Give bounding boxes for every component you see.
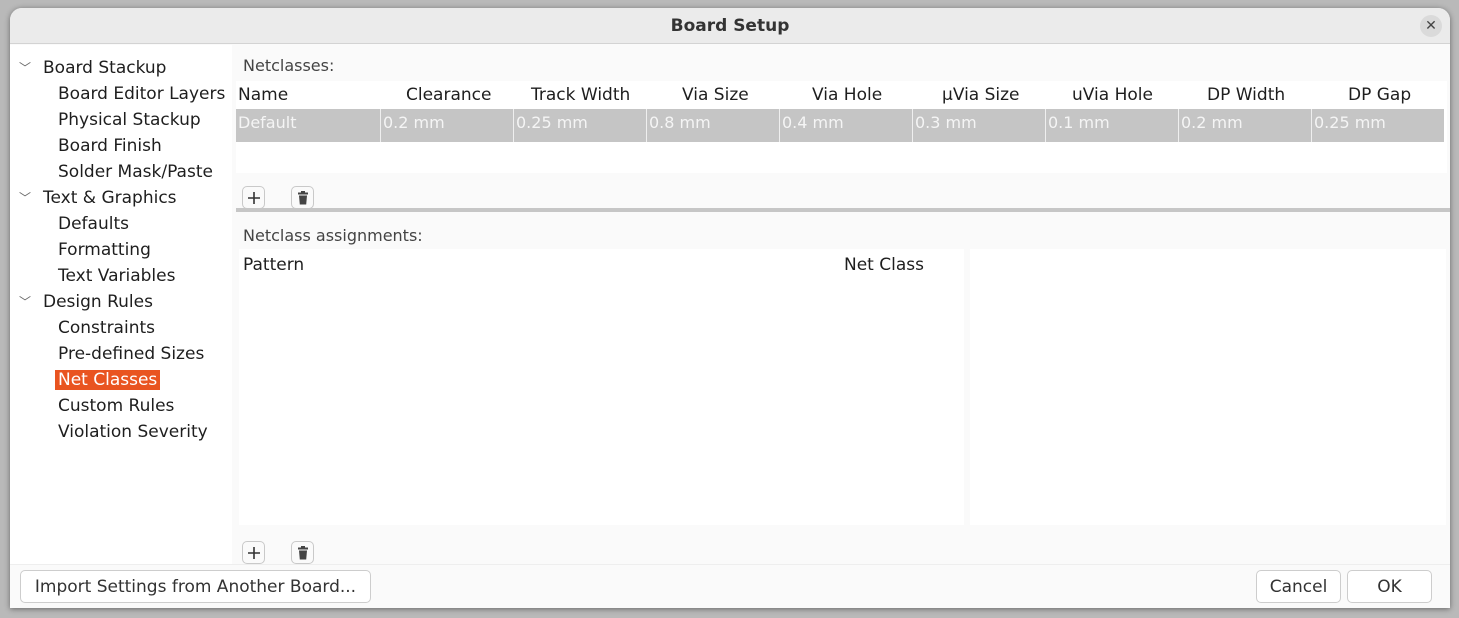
settings-tree: ﹀ Board Stackup Board Editor Layers Phys… xyxy=(10,45,232,564)
chevron-down-icon[interactable]: ﹀ xyxy=(19,185,31,211)
tree-item-formatting[interactable]: Formatting xyxy=(58,237,151,263)
trash-icon xyxy=(297,190,308,204)
delete-netclass-button[interactable] xyxy=(291,186,314,209)
cell-uvia-size[interactable]: 0.3 mm xyxy=(913,109,1046,142)
column-header-dp-width[interactable]: DP Width xyxy=(1207,81,1285,109)
tree-item-text-graphics[interactable]: Text & Graphics xyxy=(43,185,177,211)
ok-button[interactable]: OK xyxy=(1347,570,1432,603)
tree-item-predefined-sizes[interactable]: Pre-defined Sizes xyxy=(58,341,204,367)
cell-via-size[interactable]: 0.8 mm xyxy=(647,109,780,142)
tree-item-violation-severity[interactable]: Violation Severity xyxy=(58,419,208,445)
cell-dp-width[interactable]: 0.2 mm xyxy=(1179,109,1312,142)
tree-item-solder-mask-paste[interactable]: Solder Mask/Paste xyxy=(58,159,213,185)
close-button[interactable]: ✕ xyxy=(1420,15,1442,37)
assignments-grid: Pattern Net Class xyxy=(239,249,964,525)
cell-via-hole[interactable]: 0.4 mm xyxy=(780,109,913,142)
chevron-down-icon[interactable]: ﹀ xyxy=(19,55,31,81)
column-header-net-class[interactable]: Net Class xyxy=(844,255,924,275)
cell-clearance[interactable]: 0.2 mm xyxy=(381,109,514,142)
plus-icon xyxy=(247,546,260,559)
column-header-via-size[interactable]: Via Size xyxy=(682,81,749,109)
net-classes-panel: Netclasses: Name Clearance Track Width V… xyxy=(232,45,1450,564)
tree-item-physical-stackup[interactable]: Physical Stackup xyxy=(58,107,201,133)
trash-icon xyxy=(297,545,308,559)
tree-item-design-rules[interactable]: Design Rules xyxy=(43,289,153,315)
tree-item-board-stackup[interactable]: Board Stackup xyxy=(43,55,166,81)
column-header-via-hole[interactable]: Via Hole xyxy=(812,81,882,109)
tree-item-constraints[interactable]: Constraints xyxy=(58,315,155,341)
column-header-pattern[interactable]: Pattern xyxy=(243,255,304,275)
cell-uvia-hole[interactable]: 0.1 mm xyxy=(1046,109,1179,142)
cell-dp-gap[interactable]: 0.25 mm xyxy=(1312,109,1444,142)
tree-item-custom-rules[interactable]: Custom Rules xyxy=(58,393,174,419)
add-assignment-button[interactable] xyxy=(242,541,265,564)
title-bar: Board Setup ✕ xyxy=(10,8,1450,44)
table-row[interactable]: Default 0.2 mm 0.25 mm 0.8 mm 0.4 mm 0.3… xyxy=(236,109,1444,142)
tree-item-net-classes[interactable]: Net Classes xyxy=(55,367,161,393)
column-header-name[interactable]: Name xyxy=(238,81,288,109)
tree-item-defaults[interactable]: Defaults xyxy=(58,211,129,237)
import-settings-button[interactable]: Import Settings from Another Board... xyxy=(20,570,371,603)
close-icon: ✕ xyxy=(1425,18,1437,34)
plus-icon xyxy=(247,191,260,204)
column-header-dp-gap[interactable]: DP Gap xyxy=(1348,81,1411,109)
column-header-uvia-hole[interactable]: uVia Hole xyxy=(1072,81,1153,109)
tree-item-board-finish[interactable]: Board Finish xyxy=(58,133,162,159)
netclasses-label: Netclasses: xyxy=(243,56,335,75)
add-netclass-button[interactable] xyxy=(242,186,265,209)
cell-name[interactable]: Default xyxy=(236,109,381,142)
dialog-footer: Import Settings from Another Board... Ca… xyxy=(10,564,1450,608)
tree-item-board-editor-layers[interactable]: Board Editor Layers xyxy=(58,81,225,107)
board-setup-dialog: Board Setup ✕ ﹀ Board Stackup Board Edit… xyxy=(10,8,1450,608)
assignments-preview-list xyxy=(970,249,1446,525)
netclasses-grid: Name Clearance Track Width Via Size Via … xyxy=(236,81,1447,173)
chevron-down-icon[interactable]: ﹀ xyxy=(19,289,31,315)
dialog-title: Board Setup xyxy=(670,15,790,36)
cancel-button[interactable]: Cancel xyxy=(1256,570,1341,603)
delete-assignment-button[interactable] xyxy=(291,541,314,564)
column-header-uvia-size[interactable]: μVia Size xyxy=(942,81,1020,109)
column-header-clearance[interactable]: Clearance xyxy=(406,81,491,109)
cell-track-width[interactable]: 0.25 mm xyxy=(514,109,647,142)
tree-item-text-variables[interactable]: Text Variables xyxy=(58,263,175,289)
netclass-assignments-label: Netclass assignments: xyxy=(243,226,423,245)
panel-splitter[interactable] xyxy=(236,208,1450,212)
column-header-track-width[interactable]: Track Width xyxy=(531,81,630,109)
